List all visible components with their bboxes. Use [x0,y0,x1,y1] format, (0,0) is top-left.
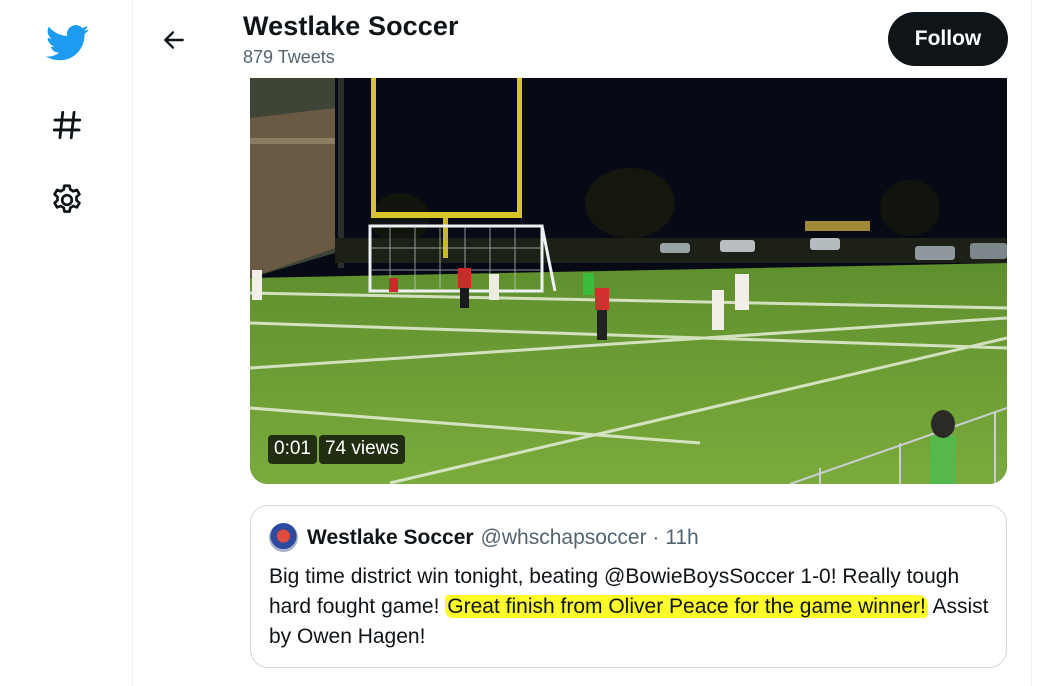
gear-icon[interactable] [42,175,92,225]
soccer-field-video-frame [250,78,1007,484]
follow-button[interactable]: Follow [888,12,1008,66]
left-nav-rail [0,0,133,686]
quoted-tweet-header: Westlake Soccer @whschapsoccer · 11h [269,523,699,552]
video-view-count: 74 views [318,435,405,464]
avatar[interactable] [269,523,298,552]
video-timestamp: 0:01 [268,435,317,464]
hashtag-icon[interactable] [42,100,92,150]
profile-header: Westlake Soccer 879 Tweets Follow [134,0,1031,78]
tweet-video-player[interactable]: 0:01 74 views [250,78,1007,484]
profile-title: Westlake Soccer [243,11,459,41]
tweet-count: 879 Tweets [243,47,335,67]
quoted-tweet-text: Big time district win tonight, beating @… [269,562,989,652]
highlighted-text: Great finish from Oliver Peace for the g… [445,595,928,618]
quoted-author-name[interactable]: Westlake Soccer [307,526,474,550]
quoted-author-handle-time: @whschapsoccer · 11h [480,525,699,549]
back-button[interactable] [156,22,192,58]
quoted-tweet-card[interactable]: Westlake Soccer @whschapsoccer · 11h Big… [250,505,1007,668]
main-column: Westlake Soccer 879 Tweets Follow 0:01 7… [134,0,1032,686]
twitter-bird-icon[interactable] [43,18,93,68]
arrow-left-icon [164,31,184,49]
twitter-profile-window: Westlake Soccer 879 Tweets Follow 0:01 7… [0,0,1059,686]
video-meta-overlay: 0:01 74 views [268,435,405,464]
